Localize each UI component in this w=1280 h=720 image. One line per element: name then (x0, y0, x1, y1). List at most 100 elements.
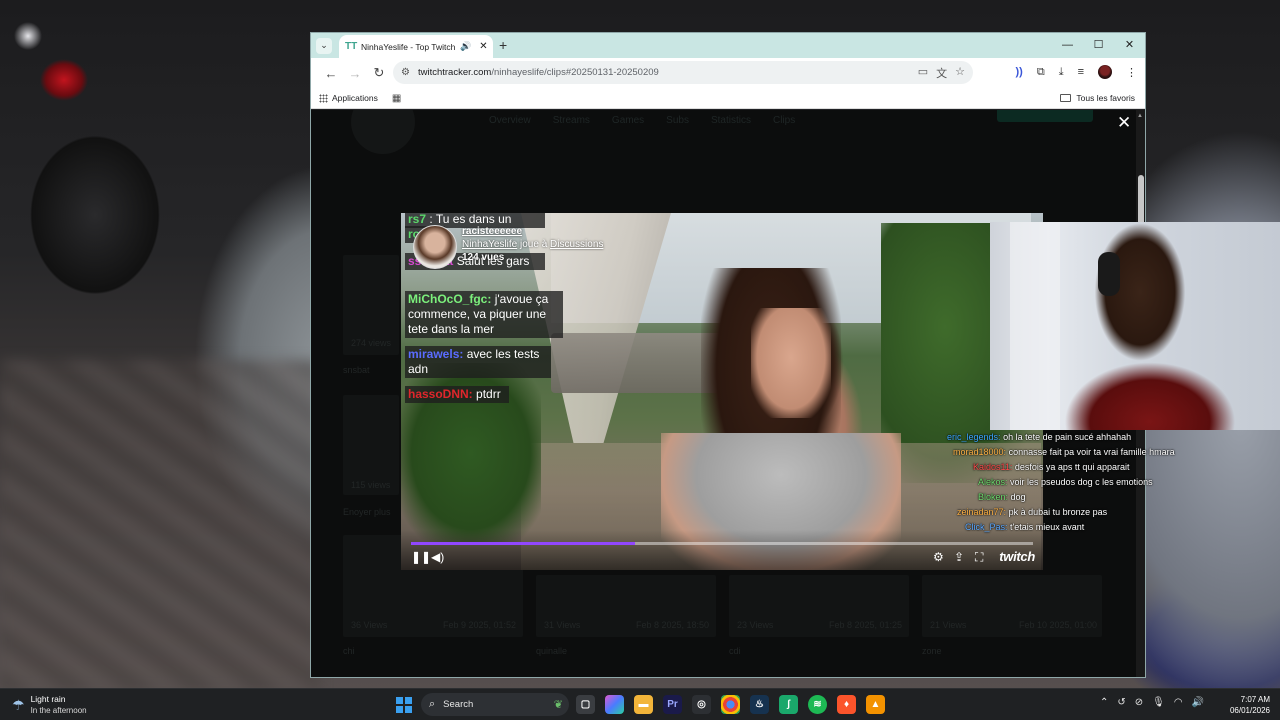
overlay-chat-row: Click_Pas: t'etais mieux avant (965, 520, 1084, 535)
overlay-chat-user: zeinadan77: (957, 507, 1007, 517)
task-view-icon[interactable]: ▢ (576, 695, 595, 714)
back-icon[interactable]: ← (319, 66, 343, 81)
share-icon[interactable]: ⇪ (954, 550, 964, 564)
star-icon[interactable]: ☆ (955, 65, 965, 81)
clock-time: 7:07 AM (1240, 695, 1270, 704)
chrome-icon[interactable] (721, 695, 740, 714)
premiere-icon[interactable]: Pr (663, 695, 682, 714)
scroll-thumb[interactable] (1138, 175, 1144, 229)
overlay-chat-user: Kaidos11: (973, 462, 1013, 472)
url-text: twitchtracker.com/ninhayeslife/clips#202… (418, 67, 659, 78)
overlay-chat-row: Kaidos11: desfois ya aps tt qui apparait (973, 460, 1129, 475)
tab-close-icon[interactable]: ✕ (479, 41, 487, 52)
file-explorer-icon[interactable]: ▬ (634, 695, 653, 714)
new-tab-icon[interactable]: + (499, 37, 507, 53)
clip-card-date: Feb 9 2025, 01:52 (443, 620, 517, 630)
microphone-icon[interactable]: 🎙 (1152, 697, 1165, 708)
clip-channel[interactable]: NinhaYeslife (462, 239, 517, 250)
folder-icon (1060, 94, 1072, 102)
video-person-face (751, 308, 831, 418)
tab-list-icon[interactable]: ⌄ (316, 37, 332, 54)
menu-icon[interactable]: ⋮ (1126, 66, 1137, 79)
translate-icon[interactable]: 文 (936, 65, 947, 81)
nav-clips[interactable]: Clips (773, 115, 795, 126)
puzzle-icon[interactable]: ⧉ (1037, 66, 1045, 79)
clip-channel-line: NinhaYeslife joue à Discussions (462, 238, 603, 251)
overlay-chat-text: dog (1010, 492, 1026, 502)
system-tray: ⌃ ↺ ⊘ 🎙 ◠ 🔊 (1100, 697, 1204, 708)
fullscreen-icon[interactable]: ⛶ (975, 550, 983, 564)
webcam-headset (1098, 252, 1120, 296)
pause-icon[interactable]: ❚❚ (411, 550, 431, 564)
clip-card-date: Feb 8 2025, 01:25 (829, 620, 903, 630)
overlay-chat-row: morad18000: connasse fait pa voir ta vra… (953, 445, 1175, 460)
clip-game[interactable]: Discussions (550, 239, 603, 250)
tab-groups-icon[interactable]: ▦ (392, 93, 401, 104)
clock[interactable]: 7:07 AM 06/01/2026 (1230, 694, 1270, 716)
media-icon[interactable]: ≡ (1078, 66, 1084, 78)
reload-icon[interactable]: ↻ (367, 65, 391, 81)
nav-streams[interactable]: Streams (553, 115, 590, 126)
clip-views: 124 vues (462, 252, 505, 263)
profile-avatar[interactable] (1098, 65, 1112, 79)
audio-icon[interactable]: 🔊 (460, 41, 471, 52)
window-controls: — ☐ ✕ (1052, 33, 1145, 58)
obs-icon[interactable]: ◎ (692, 695, 711, 714)
page-nav: Overview Streams Games Subs Statistics C… (489, 115, 795, 126)
tray-sync-icon[interactable]: ↺ (1117, 697, 1125, 708)
overlay-chat-text: t'etais mieux avant (1010, 522, 1085, 532)
scroll-up-icon[interactable]: ▲ (1137, 113, 1143, 119)
player-controls: ❚❚ ◀) ⚙ ⇪ ⛶ twitch (401, 530, 1043, 570)
nav-overview[interactable]: Overview (489, 115, 531, 126)
overlay-chat-text: voir les pseudos dog c les emotions (1010, 477, 1153, 487)
address-bar[interactable]: ⚙ twitchtracker.com/ninhayeslife/clips#2… (393, 61, 973, 84)
progress-fill (411, 542, 635, 545)
extension-icon[interactable]: )) (1016, 66, 1023, 78)
omnibox-actions: ▭ 文 ☆ (918, 65, 965, 81)
vlc-icon[interactable]: ▲ (866, 695, 885, 714)
volume-icon[interactable]: ◀) (431, 550, 444, 564)
brave-icon[interactable]: ♦ (837, 695, 856, 714)
nav-subs[interactable]: Subs (666, 115, 689, 126)
nav-games[interactable]: Games (612, 115, 644, 126)
minimize-icon[interactable]: — (1052, 33, 1083, 58)
start-icon[interactable] (396, 697, 412, 713)
clip-title[interactable]: racisteeeeee (462, 225, 603, 238)
copilot-icon[interactable] (605, 695, 624, 714)
weather-widget[interactable]: ☂ Light rain In the afternoon (12, 694, 87, 716)
tab-active[interactable]: TT NinhaYeslife - Top Twitch C 🔊 ✕ (339, 35, 493, 58)
bookmark-apps-label: Applications (332, 93, 378, 103)
steam-icon[interactable]: ♨ (750, 695, 769, 714)
clip-card-title: Enoyer plus (343, 507, 391, 517)
clip-player[interactable]: rs7 : Tu es dans un ro ssnsbat Salut les… (401, 213, 1043, 570)
progress-bar[interactable] (411, 542, 1033, 545)
wifi-icon[interactable]: ◠ (1174, 697, 1183, 708)
taskbar-search[interactable]: ⌕ Search ❦ (421, 693, 569, 716)
volume-tray-icon[interactable]: 🔊 (1192, 697, 1204, 708)
tray-overflow-icon[interactable]: ⌃ (1100, 697, 1108, 708)
download-icon[interactable]: ⤓ (1059, 66, 1064, 79)
twitch-logo[interactable]: twitch (999, 549, 1035, 564)
tab-title: NinhaYeslife - Top Twitch C (361, 41, 457, 52)
site-info-icon[interactable]: ⚙ (401, 67, 410, 78)
maximize-icon[interactable]: ☐ (1083, 33, 1114, 58)
gamebar-icon[interactable]: ʃ (779, 695, 798, 714)
install-icon[interactable]: ▭ (918, 65, 928, 81)
clip-broadcaster-avatar[interactable] (413, 225, 457, 269)
forward-icon[interactable]: → (343, 66, 367, 81)
modal-close-icon[interactable]: ✕ (1117, 114, 1131, 131)
search-label: Search (443, 699, 474, 710)
overlay-chat-row: eric_legends: oh la tete de pain sucé ah… (947, 430, 1131, 445)
clock-date: 06/01/2026 (1229, 706, 1270, 715)
page-action-button[interactable] (997, 110, 1093, 122)
spotify-icon[interactable]: ≋ (808, 695, 827, 714)
chat-message: MiChOcO_fgc: j'avoue ça commence, va piq… (405, 291, 563, 338)
bookmark-all-favorites[interactable]: Tous les favoris (1060, 93, 1135, 103)
bookmark-apps[interactable]: Applications (319, 93, 378, 103)
tray-app-icon[interactable]: ⊘ (1135, 697, 1143, 708)
nav-statistics[interactable]: Statistics (711, 115, 751, 126)
window-close-icon[interactable]: ✕ (1114, 33, 1145, 58)
twitchtracker-favicon: TT (345, 41, 358, 52)
weather-condition: Light rain (30, 694, 66, 704)
settings-icon[interactable]: ⚙ (933, 550, 944, 564)
